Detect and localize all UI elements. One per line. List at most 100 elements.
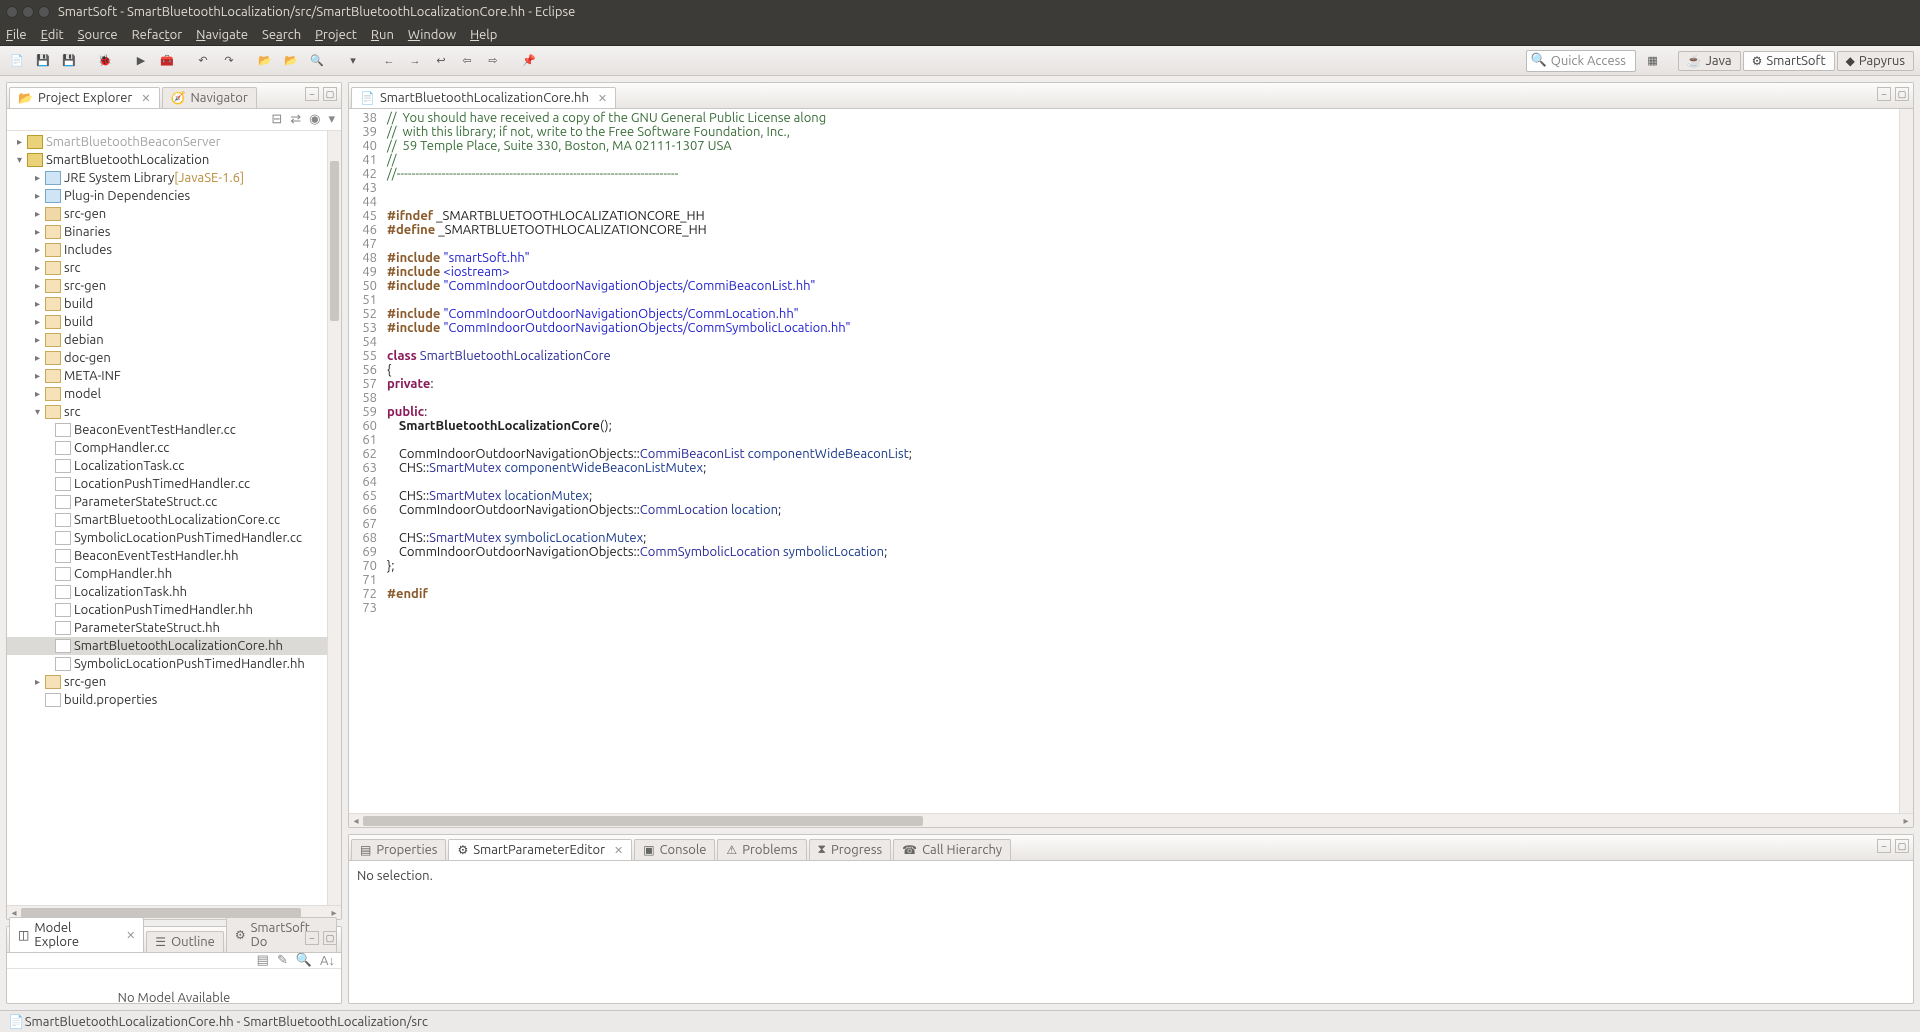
toolbar-icon[interactable]: A↓ [320, 953, 335, 968]
redo-icon[interactable]: ↷ [218, 50, 240, 72]
focus-task-icon[interactable]: ◉ [309, 112, 320, 127]
tree-scrollbar[interactable] [327, 131, 341, 905]
forward-icon[interactable]: ⇨ [482, 50, 504, 72]
tree-file[interactable]: LocationPushTimedHandler.hh [7, 601, 341, 619]
close-icon[interactable] [6, 6, 18, 18]
tab-project-explorer[interactable]: 📂 Project Explorer✕ [9, 87, 160, 108]
tree-file-selected[interactable]: SmartBluetoothLocalizationCore.hh [7, 637, 341, 655]
close-icon[interactable]: ✕ [141, 92, 150, 105]
tree-file[interactable]: CompHandler.hh [7, 565, 341, 583]
tree-file[interactable]: SymbolicLocationPushTimedHandler.hh [7, 655, 341, 673]
tree-file[interactable]: CompHandler.cc [7, 439, 341, 457]
minimize-view-icon[interactable]: – [305, 931, 319, 945]
tree-file[interactable]: BeaconEventTestHandler.cc [7, 421, 341, 439]
toolbar-icon[interactable]: ✎ [277, 953, 288, 968]
tree-node-jre[interactable]: ▸JRE System Library [JavaSE-1.6] [7, 169, 341, 187]
pin-icon[interactable]: 📌 [518, 50, 540, 72]
tab-model-explorer[interactable]: ◫ Model Explore✕ [9, 917, 144, 952]
tree-file[interactable]: BeaconEventTestHandler.hh [7, 547, 341, 565]
maximize-icon[interactable] [38, 6, 50, 18]
editor-body[interactable]: 3839404142434445464748495051525354555657… [349, 109, 1913, 813]
editor-tab[interactable]: 📄 SmartBluetoothLocalizationCore.hh✕ [351, 87, 616, 108]
tree-file[interactable]: SymbolicLocationPushTimedHandler.cc [7, 529, 341, 547]
maximize-view-icon[interactable]: ▢ [323, 931, 337, 945]
minimize-editor-icon[interactable]: – [1877, 87, 1891, 101]
perspective-java[interactable]: ☕ Java [1678, 51, 1741, 71]
search-icon[interactable]: 🔍 [306, 50, 328, 72]
view-menu-icon[interactable]: ▾ [328, 112, 335, 127]
back-icon[interactable]: ⇦ [456, 50, 478, 72]
open-type-icon[interactable]: 📂 [254, 50, 276, 72]
menu-project[interactable]: Project [315, 28, 357, 42]
tab-callhier[interactable]: ☎ Call Hierarchy [893, 839, 1011, 860]
close-icon[interactable]: ✕ [598, 92, 607, 105]
minimize-view-icon[interactable]: – [1877, 839, 1891, 853]
menu-search[interactable]: Search [262, 28, 301, 42]
tab-smartparam[interactable]: ⚙ SmartParameterEditor✕ [448, 839, 632, 860]
next-edit-icon[interactable]: → [404, 50, 426, 72]
menu-source[interactable]: Source [78, 28, 118, 42]
tree-node[interactable]: ▸build [7, 313, 341, 331]
tree-file[interactable]: build.properties [7, 691, 341, 709]
undo-icon[interactable]: ↶ [192, 50, 214, 72]
tree-node-proj[interactable]: ▾SmartBluetoothLocalization [7, 151, 341, 169]
toolbar-icon[interactable]: 🔍 [296, 953, 312, 968]
tree-file[interactable]: LocationPushTimedHandler.cc [7, 475, 341, 493]
tree-node[interactable]: ▸doc-gen [7, 349, 341, 367]
tab-properties[interactable]: ▤ Properties [351, 839, 446, 860]
toolbar-icon[interactable]: ▤ [257, 953, 269, 968]
menu-window[interactable]: Window [408, 28, 456, 42]
prev-edit-icon[interactable]: ← [378, 50, 400, 72]
perspective-papyrus[interactable]: ◆ Papyrus [1837, 51, 1914, 71]
tree-node[interactable]: ▸src-gen [7, 277, 341, 295]
project-tree[interactable]: ▸SmartBluetoothBeaconServer ▾SmartBlueto… [7, 131, 341, 905]
new-icon[interactable]: 📄 [6, 50, 28, 72]
tree-node-src[interactable]: ▾src [7, 403, 341, 421]
tree-node[interactable]: ▸src-gen [7, 673, 341, 691]
menu-edit[interactable]: Edit [41, 28, 64, 42]
tree-node[interactable]: ▸META-INF [7, 367, 341, 385]
tree-node-plugin[interactable]: ▸Plug-in Dependencies [7, 187, 341, 205]
minimize-view-icon[interactable]: – [305, 87, 319, 101]
open-perspective-icon[interactable]: ▦ [1642, 50, 1664, 72]
tab-outline[interactable]: ☰ Outline [146, 931, 224, 952]
toggle-mark-icon[interactable]: ▾ [342, 50, 364, 72]
close-icon[interactable]: ✕ [614, 844, 623, 857]
ext-tools-icon[interactable]: 🧰 [156, 50, 178, 72]
editor-h-scrollbar[interactable]: ◂▸ [349, 813, 1913, 827]
tree-file[interactable]: ParameterStateStruct.cc [7, 493, 341, 511]
tree-node[interactable]: ▸build [7, 295, 341, 313]
tab-console[interactable]: ▣ Console [634, 839, 715, 860]
tree-file[interactable]: LocalizationTask.hh [7, 583, 341, 601]
tab-problems[interactable]: ⚠ Problems [717, 839, 806, 860]
close-icon[interactable]: ✕ [126, 929, 135, 942]
menu-help[interactable]: Help [470, 28, 497, 42]
code-area[interactable]: // You should have received a copy of th… [383, 109, 1899, 813]
tree-node-proj-cut[interactable]: ▸SmartBluetoothBeaconServer [7, 133, 341, 151]
editor-v-scrollbar[interactable] [1899, 109, 1913, 813]
perspective-smartsoft[interactable]: ⚙ SmartSoft [1743, 51, 1835, 71]
maximize-editor-icon[interactable]: ▢ [1895, 87, 1909, 101]
link-editor-icon[interactable]: ⇄ [290, 112, 301, 127]
tree-node[interactable]: ▸Includes [7, 241, 341, 259]
last-edit-icon[interactable]: ↩ [430, 50, 452, 72]
tree-file[interactable]: ParameterStateStruct.hh [7, 619, 341, 637]
quick-access-input[interactable]: 🔍 Quick Access [1526, 50, 1636, 72]
tree-file[interactable]: LocalizationTask.cc [7, 457, 341, 475]
tree-node[interactable]: ▸src [7, 259, 341, 277]
tree-node[interactable]: ▸debian [7, 331, 341, 349]
tab-progress[interactable]: ⧗ Progress [809, 839, 892, 860]
menu-file[interactable]: File [6, 28, 27, 42]
run-icon[interactable]: ▶ [130, 50, 152, 72]
menu-run[interactable]: Run [371, 28, 394, 42]
tree-node[interactable]: ▸Binaries [7, 223, 341, 241]
tree-node[interactable]: ▸src-gen [7, 205, 341, 223]
save-icon[interactable]: 💾 [32, 50, 54, 72]
collapse-all-icon[interactable]: ⊟ [271, 112, 282, 127]
save-all-icon[interactable]: 💾 [58, 50, 80, 72]
open-task-icon[interactable]: 📂 [280, 50, 302, 72]
menu-navigate[interactable]: Navigate [196, 28, 248, 42]
tab-navigator[interactable]: 🧭 Navigator [162, 87, 257, 108]
tree-file[interactable]: SmartBluetoothLocalizationCore.cc [7, 511, 341, 529]
maximize-view-icon[interactable]: ▢ [323, 87, 337, 101]
